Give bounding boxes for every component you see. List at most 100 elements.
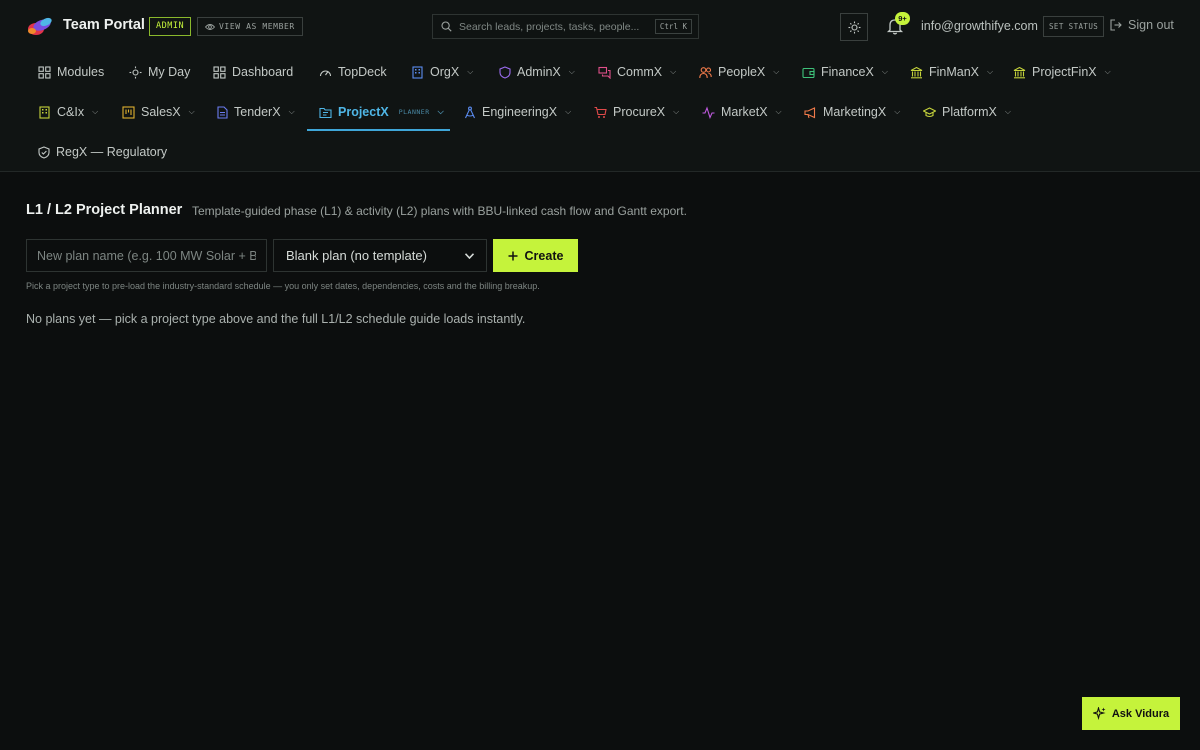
bank-icon bbox=[910, 66, 923, 78]
nav-item-adminx[interactable]: AdminX ⌵ bbox=[499, 52, 575, 92]
chevron-down-icon bbox=[465, 252, 474, 259]
nav-item-label: My Day bbox=[148, 65, 191, 79]
planner-tag: PLANNER bbox=[398, 108, 430, 116]
shield-check-icon bbox=[38, 145, 50, 159]
nav-item-commx[interactable]: CommX ⌵ bbox=[598, 52, 676, 92]
nav-item-label: C&Ix bbox=[57, 105, 85, 119]
sun-icon bbox=[129, 66, 142, 78]
chevron-down-icon: ⌵ bbox=[437, 107, 444, 116]
nav-row-tertiary: RegX — Regulatory bbox=[0, 132, 1200, 172]
nav-item-label: ProcureX bbox=[613, 105, 666, 119]
page-subtitle: Template-guided phase (L1) & activity (L… bbox=[192, 204, 687, 218]
plan-name-input[interactable] bbox=[26, 239, 267, 272]
nav-item-tenderx[interactable]: TenderX ⌵ bbox=[216, 92, 295, 132]
nav-row-secondary: C&Ix ⌵ SalesX ⌵ TenderX ⌵ ProjectX PLANN… bbox=[0, 92, 1200, 132]
brand-logo-icon[interactable] bbox=[26, 16, 54, 36]
nav-item-peoplex[interactable]: PeopleX ⌵ bbox=[699, 52, 779, 92]
nav-item-label: OrgX bbox=[430, 65, 460, 79]
notification-count-badge: 9+ bbox=[895, 12, 910, 25]
sign-out-button[interactable]: Sign out bbox=[1110, 18, 1174, 32]
user-email[interactable]: info@growthifye.com bbox=[921, 19, 1038, 33]
chevron-down-icon: ⌵ bbox=[92, 107, 99, 116]
chevron-down-icon: ⌵ bbox=[673, 107, 680, 116]
nav-item-cix[interactable]: C&Ix ⌵ bbox=[38, 92, 98, 132]
nav-item-projectx[interactable]: ProjectX PLANNER ⌵ bbox=[319, 92, 444, 132]
nav-item-salesx[interactable]: SalesX ⌵ bbox=[122, 92, 195, 132]
building-icon bbox=[412, 65, 423, 79]
nav-item-label: PlatformX bbox=[942, 105, 997, 119]
bank-icon bbox=[1013, 66, 1026, 78]
cart-icon bbox=[594, 106, 607, 118]
sun-icon bbox=[848, 21, 860, 33]
theme-toggle-button[interactable] bbox=[840, 13, 868, 41]
nav-item-my-day[interactable]: My Day bbox=[129, 52, 190, 92]
chevron-down-icon: ⌵ bbox=[1004, 107, 1011, 116]
set-status-button[interactable]: SET STATUS bbox=[1043, 16, 1105, 37]
view-as-member-button[interactable]: VIEW AS MEMBER bbox=[197, 17, 303, 36]
graduation-icon bbox=[923, 106, 936, 117]
nav-item-platformx[interactable]: PlatformX ⌵ bbox=[923, 92, 1011, 132]
global-search[interactable]: Search leads, projects, tasks, people...… bbox=[432, 14, 699, 39]
nav-item-label: TenderX bbox=[234, 105, 281, 119]
nav-item-dashboard[interactable]: Dashboard bbox=[213, 52, 293, 92]
chevron-down-icon: ⌵ bbox=[568, 67, 575, 76]
chevron-down-icon: ⌵ bbox=[775, 107, 782, 116]
search-shortcut: Ctrl K bbox=[654, 19, 692, 34]
nav-item-orgx[interactable]: OrgX ⌵ bbox=[411, 52, 473, 92]
nav-row-primary: Modules My Day Dashboard TopDeck OrgX ⌵ … bbox=[0, 52, 1200, 92]
app-header: Team Portal ADMIN VIEW AS MEMBER Search … bbox=[0, 0, 1200, 172]
eye-icon bbox=[205, 23, 215, 30]
nav-item-label: AdminX bbox=[517, 65, 561, 79]
compass-icon bbox=[465, 106, 475, 118]
template-select-value: Blank plan (no template) bbox=[286, 248, 427, 263]
board-icon bbox=[122, 105, 135, 119]
admin-badge: ADMIN bbox=[149, 17, 192, 36]
nav-item-label: MarketingX bbox=[823, 105, 887, 119]
megaphone-icon bbox=[804, 106, 816, 118]
sparkle-icon bbox=[1092, 707, 1106, 720]
wallet-icon bbox=[802, 67, 815, 78]
page-title: L1 / L2 Project Planner bbox=[26, 202, 183, 218]
nav-item-marketx[interactable]: MarketX ⌵ bbox=[702, 92, 782, 132]
nav-item-finmanx[interactable]: FinManX ⌵ bbox=[910, 52, 993, 92]
nav-item-engineeringx[interactable]: EngineeringX ⌵ bbox=[464, 92, 571, 132]
nav-item-label: ProjectX bbox=[338, 105, 389, 119]
nav-item-procurex[interactable]: ProcureX ⌵ bbox=[594, 92, 679, 132]
template-hint: Pick a project type to pre-load the indu… bbox=[26, 281, 540, 291]
nav-item-label: FinManX bbox=[929, 65, 980, 79]
active-tab-indicator bbox=[307, 129, 450, 131]
grid-icon bbox=[213, 65, 226, 79]
chat-icon bbox=[598, 66, 611, 79]
pulse-icon bbox=[702, 105, 715, 119]
nav-item-topdeck[interactable]: TopDeck bbox=[319, 52, 387, 92]
nav-item-regx[interactable]: RegX — Regulatory bbox=[38, 132, 167, 172]
sign-out-label: Sign out bbox=[1128, 18, 1174, 32]
template-select[interactable]: Blank plan (no template) bbox=[273, 239, 487, 272]
chevron-down-icon: ⌵ bbox=[188, 107, 195, 116]
sign-out-icon bbox=[1110, 19, 1122, 31]
folder-icon bbox=[319, 107, 332, 118]
plus-icon bbox=[508, 251, 518, 260]
search-icon bbox=[441, 21, 452, 32]
search-input[interactable]: Search leads, projects, tasks, people... bbox=[459, 21, 655, 33]
people-icon bbox=[699, 66, 712, 78]
nav-item-label: Modules bbox=[57, 65, 105, 79]
nav-item-label: ProjectFinX bbox=[1032, 65, 1097, 79]
nav-item-label: SalesX bbox=[141, 105, 181, 119]
nav-item-label: FinanceX bbox=[821, 65, 874, 79]
chevron-down-icon: ⌵ bbox=[670, 67, 677, 76]
chevron-down-icon: ⌵ bbox=[773, 67, 780, 76]
nav-item-label: EngineeringX bbox=[482, 105, 558, 119]
chevron-down-icon: ⌵ bbox=[881, 67, 888, 76]
nav-item-financex[interactable]: FinanceX ⌵ bbox=[802, 52, 888, 92]
nav-item-projectfinx[interactable]: ProjectFinX ⌵ bbox=[1013, 52, 1111, 92]
brand-name[interactable]: Team Portal bbox=[63, 17, 145, 33]
nav-item-label: MarketX bbox=[721, 105, 768, 119]
nav-item-modules[interactable]: Modules bbox=[38, 52, 104, 92]
chevron-down-icon: ⌵ bbox=[1104, 67, 1111, 76]
nav-item-label: RegX — Regulatory bbox=[56, 145, 168, 159]
ask-assistant-button[interactable]: Ask Vidura bbox=[1082, 697, 1180, 730]
nav-item-marketingx[interactable]: MarketingX ⌵ bbox=[804, 92, 900, 132]
create-plan-button[interactable]: Create bbox=[493, 239, 578, 272]
nav-item-label: PeopleX bbox=[718, 65, 766, 79]
